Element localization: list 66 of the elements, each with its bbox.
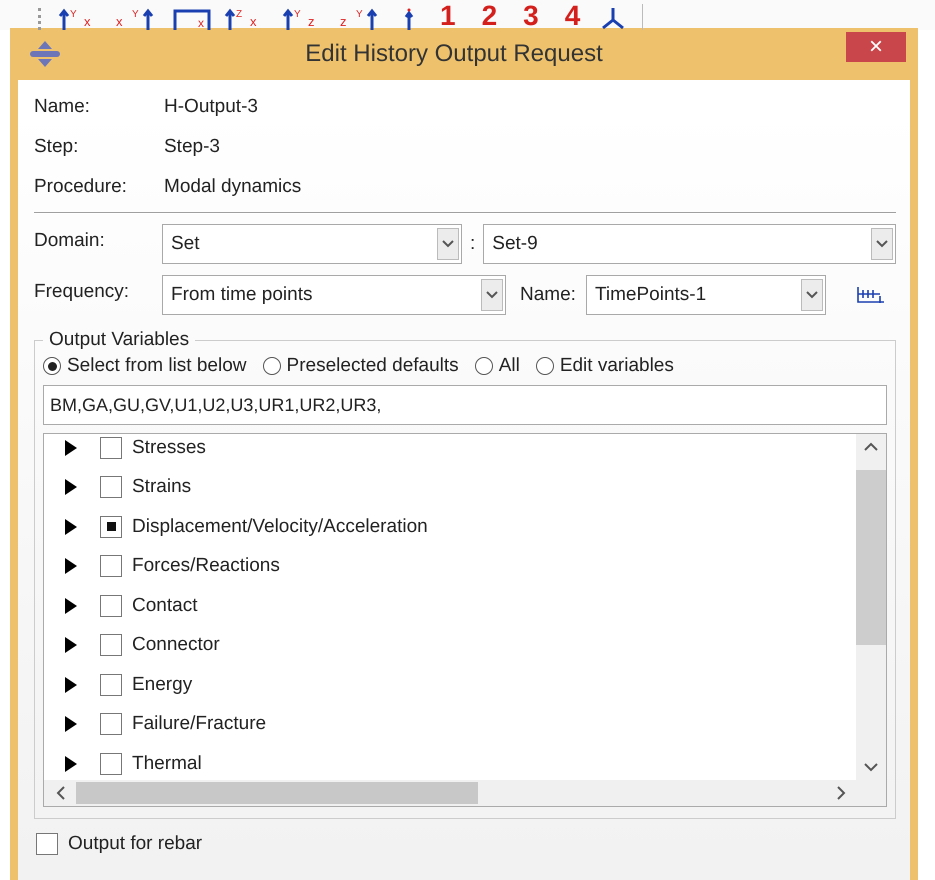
checkbox[interactable] xyxy=(100,752,122,775)
tree-item-label[interactable]: Contact xyxy=(132,594,198,617)
toolbar-number-button[interactable]: 2 xyxy=(474,2,506,30)
toolbar-number-button[interactable]: 3 xyxy=(515,2,547,30)
close-button[interactable]: × xyxy=(846,32,906,62)
tree-item-label[interactable]: Thermal xyxy=(132,752,202,775)
checkbox[interactable] xyxy=(100,516,122,538)
expand-arrow-icon[interactable] xyxy=(64,557,78,576)
window-title: Edit History Output Request xyxy=(304,40,604,68)
field-value: H-Output-3 xyxy=(164,96,259,118)
expand-arrow-icon[interactable] xyxy=(64,676,78,694)
horizontal-scrollbar[interactable] xyxy=(44,780,886,806)
expand-arrow-icon[interactable] xyxy=(64,596,78,615)
expand-arrow-icon[interactable] xyxy=(64,478,78,496)
domain-label: Domain: xyxy=(34,229,106,252)
chevron-down-icon xyxy=(806,291,818,299)
chevron-right-icon[interactable] xyxy=(836,786,846,800)
radio-option[interactable]: Edit variables xyxy=(536,355,674,377)
field-label: Procedure: xyxy=(34,176,128,198)
frequency-dropdown[interactable]: From time points xyxy=(162,275,506,315)
expand-arrow-icon[interactable] xyxy=(64,636,78,654)
time-points-dropdown[interactable]: TimePoints-1 xyxy=(586,275,826,315)
expand-arrow-icon[interactable] xyxy=(64,438,78,457)
expand-arrow-icon[interactable] xyxy=(64,518,78,536)
chevron-left-icon[interactable] xyxy=(56,786,66,800)
checkbox[interactable] xyxy=(100,436,122,459)
checkbox[interactable] xyxy=(100,713,122,736)
tree-item-label[interactable]: Connector xyxy=(132,634,220,656)
rebar-checkbox-option[interactable]: Output for rebar xyxy=(36,833,896,855)
radio-option[interactable]: Select from list below xyxy=(43,355,247,377)
domain-dropdown[interactable]: Set xyxy=(162,224,462,264)
chevron-down-icon xyxy=(486,291,498,299)
tree-item-label[interactable]: Stresses xyxy=(132,436,206,459)
chevron-down-icon[interactable] xyxy=(864,762,878,772)
radio-option[interactable]: All xyxy=(474,355,520,377)
field-label: Step: xyxy=(34,136,80,158)
variables-input-field[interactable]: BM,GA,GU,GV,U1,U2,U3,UR1,UR2,UR3, xyxy=(43,385,887,425)
name-label: Name: xyxy=(520,284,576,306)
checkbox[interactable] xyxy=(100,674,122,696)
tree-item-label[interactable]: Strains xyxy=(132,476,192,498)
toolbar-number-button[interactable]: 4 xyxy=(556,2,588,30)
chevron-up-icon[interactable] xyxy=(864,442,878,452)
checkbox[interactable] xyxy=(100,634,122,656)
chevron-down-icon xyxy=(876,240,888,248)
checkbox[interactable] xyxy=(100,476,122,498)
toolbar-number-button[interactable]: 1 xyxy=(432,2,464,30)
set-dropdown[interactable]: Set-9 xyxy=(483,224,896,264)
tree-item-label[interactable]: Failure/Fracture xyxy=(132,713,266,736)
expand-arrow-icon[interactable] xyxy=(64,715,78,734)
chevron-down-icon xyxy=(442,240,454,248)
vertical-scrollbar[interactable] xyxy=(856,434,886,780)
tree-item-label[interactable]: Energy xyxy=(132,674,192,696)
field-value: Step-3 xyxy=(164,136,221,158)
time-points-icon[interactable] xyxy=(856,285,886,305)
checkbox[interactable] xyxy=(100,555,122,578)
separator-colon: : xyxy=(470,233,476,255)
checkbox[interactable] xyxy=(100,594,122,617)
group-title: Output Variables xyxy=(48,329,190,351)
expand-arrow-icon[interactable] xyxy=(64,754,78,773)
frequency-label: Frequency: xyxy=(34,280,130,303)
radio-option[interactable]: Preselected defaults xyxy=(262,355,459,377)
field-value: Modal dynamics xyxy=(164,176,302,198)
field-label: Name: xyxy=(34,96,91,118)
tree-item-label[interactable]: Displacement/Velocity/Acceleration xyxy=(132,516,428,538)
move-icon xyxy=(28,40,62,68)
tree-item-label[interactable]: Forces/Reactions xyxy=(132,555,280,578)
